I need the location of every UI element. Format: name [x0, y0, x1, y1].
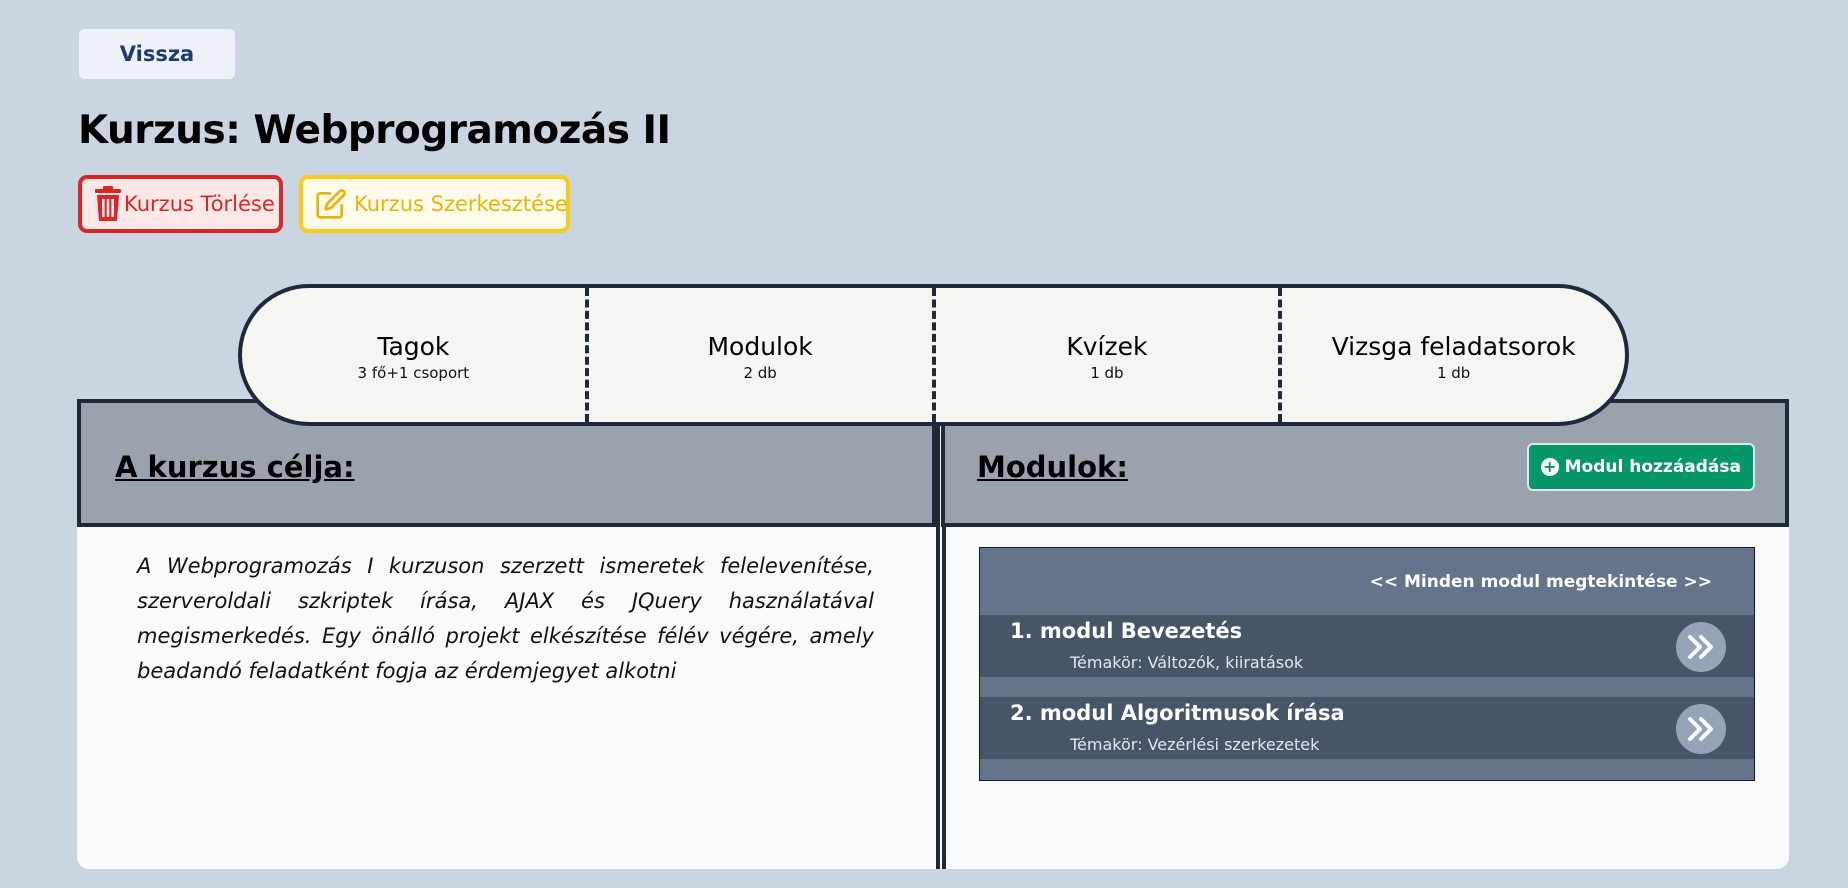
trash-icon	[92, 186, 124, 222]
edit-course-label: Kurzus Szerkesztése	[354, 192, 568, 216]
tab-modules[interactable]: Modulok 2 db	[584, 288, 932, 422]
double-chevron-right-icon	[1688, 717, 1713, 741]
module-name: 2. modul Algoritmusok írása	[1010, 701, 1345, 725]
add-module-label: Modul hozzáadása	[1564, 457, 1741, 477]
tab-count: 1 db	[1090, 364, 1124, 382]
open-module-button[interactable]	[1676, 622, 1726, 672]
delete-course-button[interactable]: Kurzus Törlése	[78, 175, 283, 233]
course-tabs: Tagok 3 fő+1 csoport Modulok 2 db Kvízek…	[238, 284, 1629, 426]
tab-label: Kvízek	[1066, 332, 1148, 361]
tab-quizzes[interactable]: Kvízek 1 db	[931, 288, 1279, 422]
tab-count: 1 db	[1436, 364, 1471, 382]
view-all-modules-link[interactable]: << Minden modul megtekintése >>	[1370, 572, 1712, 592]
module-topic: Témakör: Vezérlési szerkezetek	[1070, 735, 1320, 754]
module-item[interactable]: 2. modul Algoritmusok írása Témakör: Vez…	[980, 697, 1754, 759]
module-item[interactable]: 1. modul Bevezetés Témakör: Változók, ki…	[980, 615, 1754, 677]
modules-title: Modulok:	[977, 450, 1128, 484]
tab-count: 2 db	[743, 364, 777, 382]
edit-icon	[315, 188, 347, 220]
goal-title: A kurzus célja:	[115, 450, 355, 484]
tab-members[interactable]: Tagok 3 fő+1 csoport	[242, 288, 585, 422]
back-button[interactable]: Vissza	[79, 29, 235, 79]
edit-course-button[interactable]: Kurzus Szerkesztése	[299, 175, 570, 233]
delete-course-label: Kurzus Törlése	[124, 192, 275, 216]
page-title: Kurzus: Webprogramozás II	[78, 108, 671, 153]
module-topic: Témakör: Változók, kiiratások	[1070, 653, 1304, 672]
tab-label: Vizsga feladatsorok	[1331, 332, 1576, 361]
tab-label: Modulok	[707, 332, 813, 361]
open-module-button[interactable]	[1676, 704, 1726, 754]
module-name: 1. modul Bevezetés	[1010, 619, 1243, 643]
course-goal-text: A Webprogramozás I kurzuson szerzett ism…	[137, 554, 874, 683]
tab-count: 3 fő+1 csoport	[357, 364, 470, 382]
course-details-card: A kurzus célja: Modulok: + Modul hozzáad…	[77, 399, 1789, 869]
tab-exam-sets[interactable]: Vizsga feladatsorok 1 db	[1278, 288, 1625, 422]
plus-circle-icon: +	[1540, 458, 1559, 476]
tab-label: Tagok	[377, 332, 450, 361]
add-module-button[interactable]: + Modul hozzáadása	[1526, 443, 1755, 491]
double-chevron-right-icon	[1688, 635, 1713, 659]
modules-list: << Minden modul megtekintése >> 1. modul…	[979, 547, 1755, 781]
